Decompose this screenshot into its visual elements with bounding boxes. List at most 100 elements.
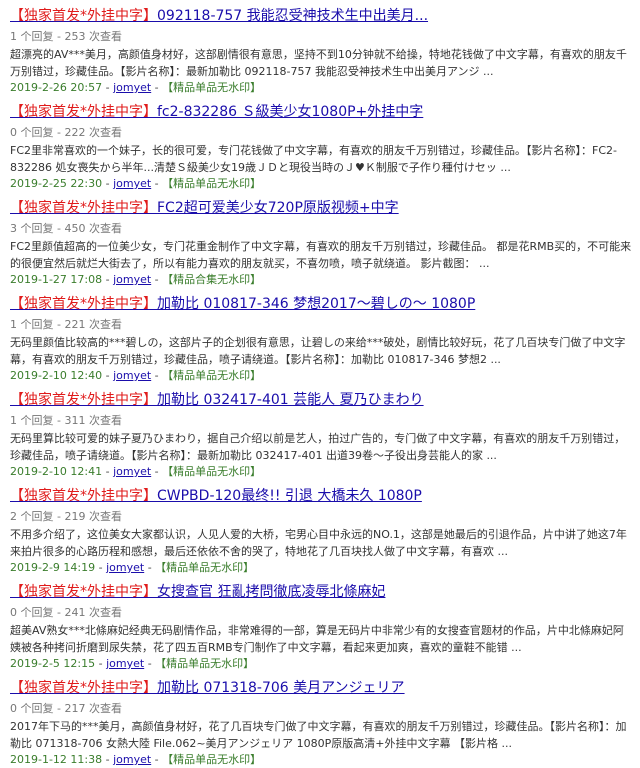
- tag-close: 】: [143, 200, 157, 216]
- tag-word: 独家首发: [24, 8, 80, 24]
- category-link[interactable]: 【精品单品无水印】: [155, 561, 254, 574]
- tag-word2: 外挂中字: [87, 392, 143, 408]
- thread-title: 【独家首发*外挂中字】女搜查官 狂亂拷問徹底凌辱北條麻妃: [10, 582, 634, 602]
- thread-stats: 1 个回复 - 311 次查看: [10, 414, 122, 427]
- tag-sep: *: [80, 200, 87, 216]
- post-date: 2019-1-12 11:38: [10, 753, 103, 766]
- separator: -: [102, 753, 114, 766]
- author-link[interactable]: jomyet: [113, 81, 151, 94]
- thread-title: 【独家首发*外挂中字】加勒比 071318-706 美月アンジェリア: [10, 678, 634, 698]
- thread-item: 【独家首发*外挂中字】fc2-832286 Ｓ級美少女1080P+外挂中字 0 …: [10, 96, 634, 192]
- thread-excerpt: 不用多介绍了，这位美女大家都认识，人见人爱的大桥，宅男心目中永远的NO.1，这部…: [10, 528, 627, 558]
- thread-headline: fc2-832286 Ｓ級美少女1080P+外挂中字: [157, 104, 424, 120]
- separator: -: [102, 369, 114, 382]
- author-link[interactable]: jomyet: [113, 753, 151, 766]
- separator: -: [144, 657, 156, 670]
- thread-headline: 加勒比 032417-401 芸能人 夏乃ひまわり: [157, 392, 424, 408]
- author-link[interactable]: jomyet: [106, 657, 144, 670]
- separator: -: [95, 561, 107, 574]
- author-link[interactable]: jomyet: [113, 465, 151, 478]
- tag-close: 】: [143, 296, 157, 312]
- thread-title-link[interactable]: 【独家首发*外挂中字】CWPBD-120最终!! 引退 大橋未久 1080P: [10, 488, 422, 504]
- thread-stats: 3 个回复 - 450 次查看: [10, 222, 122, 235]
- separator: -: [151, 81, 163, 94]
- author-link[interactable]: jomyet: [113, 177, 151, 190]
- post-date: 2019-2-9 14:19: [10, 561, 96, 574]
- separator: -: [151, 369, 163, 382]
- thread-footer: 2019-1-12 11:38 - jomyet - 【精品单品无水印】: [10, 752, 634, 768]
- thread-title-link[interactable]: 【独家首发*外挂中字】fc2-832286 Ｓ級美少女1080P+外挂中字: [10, 104, 423, 120]
- post-date: 2019-1-27 17:08: [10, 273, 103, 286]
- tag-word2: 外挂中字: [87, 296, 143, 312]
- separator: -: [102, 81, 114, 94]
- thread-stats: 1 个回复 - 221 次查看: [10, 318, 122, 331]
- thread-headline: 女搜查官 狂亂拷問徹底凌辱北條麻妃: [157, 584, 386, 600]
- thread-list: 【独家首发*外挂中字】092118-757 我能忍受神技术生中出美月... 1 …: [0, 0, 640, 768]
- thread-title-link[interactable]: 【独家首发*外挂中字】加勒比 010817-346 梦想2017～碧しの～ 10…: [10, 296, 475, 312]
- thread-footer: 2019-2-10 12:40 - jomyet - 【精品单品无水印】: [10, 368, 634, 384]
- thread-title: 【独家首发*外挂中字】FC2超可爱美少女720P原版视频+中字: [10, 198, 634, 218]
- author-link[interactable]: jomyet: [106, 561, 144, 574]
- thread-excerpt: 无码里算比较可爱的妹子夏乃ひまわり，据自己介绍以前是艺人，拍过广告的，专门做了中…: [10, 432, 626, 462]
- separator: -: [95, 657, 107, 670]
- thread-title-link[interactable]: 【独家首发*外挂中字】092118-757 我能忍受神技术生中出美月...: [10, 8, 428, 24]
- thread-title-link[interactable]: 【独家首发*外挂中字】FC2超可爱美少女720P原版视频+中字: [10, 200, 399, 216]
- category-link[interactable]: 【精品单品无水印】: [162, 753, 261, 766]
- tag-close: 】: [143, 680, 157, 696]
- separator: -: [144, 561, 156, 574]
- tag-word: 独家首发: [24, 584, 80, 600]
- tag-word2: 外挂中字: [87, 200, 143, 216]
- thread-item: 【独家首发*外挂中字】FC2超可爱美少女720P原版视频+中字 3 个回复 - …: [10, 192, 634, 288]
- category-link[interactable]: 【精品单品无水印】: [162, 369, 261, 382]
- tag-word: 独家首发: [24, 392, 80, 408]
- post-date: 2019-2-10 12:40: [10, 369, 103, 382]
- author-link[interactable]: jomyet: [113, 369, 151, 382]
- tag-word: 独家首发: [24, 296, 80, 312]
- category-link[interactable]: 【精品单品无水印】: [162, 81, 261, 94]
- category-link[interactable]: 【精品单品无水印】: [162, 465, 261, 478]
- post-date: 2019-2-10 12:41: [10, 465, 103, 478]
- post-date: 2019-2-25 22:30: [10, 177, 103, 190]
- tag-open: 【: [10, 680, 24, 696]
- tag-word2: 外挂中字: [87, 584, 143, 600]
- thread-title: 【独家首发*外挂中字】加勒比 032417-401 芸能人 夏乃ひまわり: [10, 390, 634, 410]
- thread-stats: 0 个回复 - 222 次查看: [10, 126, 122, 139]
- tag-word: 独家首发: [24, 488, 80, 504]
- thread-headline: 加勒比 071318-706 美月アンジェリア: [157, 680, 405, 696]
- thread-item: 【独家首发*外挂中字】CWPBD-120最终!! 引退 大橋未久 1080P 2…: [10, 480, 634, 576]
- thread-excerpt: FC2里非常喜欢的一个妹子，长的很可爱，专门花钱做了中文字幕，有喜欢的朋友千万别…: [10, 144, 617, 174]
- tag-close: 】: [143, 104, 157, 120]
- tag-open: 【: [10, 8, 24, 24]
- separator: -: [151, 273, 163, 286]
- thread-excerpt: 无码里颜值比较高的***碧しの，这部片子的企划很有意思，让碧しの来给***破处，…: [10, 336, 626, 366]
- thread-headline: 092118-757 我能忍受神技术生中出美月...: [157, 8, 429, 24]
- tag-open: 【: [10, 104, 24, 120]
- author-link[interactable]: jomyet: [113, 273, 151, 286]
- thread-title-link[interactable]: 【独家首发*外挂中字】加勒比 032417-401 芸能人 夏乃ひまわり: [10, 392, 424, 408]
- thread-title-link[interactable]: 【独家首发*外挂中字】加勒比 071318-706 美月アンジェリア: [10, 680, 405, 696]
- thread-stats: 0 个回复 - 241 次查看: [10, 606, 122, 619]
- tag-close: 】: [143, 584, 157, 600]
- tag-word2: 外挂中字: [87, 8, 143, 24]
- thread-item: 【独家首发*外挂中字】加勒比 071318-706 美月アンジェリア 0 个回复…: [10, 672, 634, 768]
- category-link[interactable]: 【精品单品无水印】: [155, 657, 254, 670]
- tag-open: 【: [10, 296, 24, 312]
- separator: -: [151, 753, 163, 766]
- thread-headline: 加勒比 010817-346 梦想2017～碧しの～ 1080P: [157, 296, 476, 312]
- thread-footer: 2019-2-26 20:57 - jomyet - 【精品单品无水印】: [10, 80, 634, 96]
- tag-close: 】: [143, 392, 157, 408]
- thread-stats: 0 个回复 - 217 次查看: [10, 702, 122, 715]
- thread-stats: 2 个回复 - 219 次查看: [10, 510, 122, 523]
- tag-word: 独家首发: [24, 200, 80, 216]
- tag-sep: *: [80, 680, 87, 696]
- thread-excerpt: FC2里颜值超高的一位美少女，专门花重金制作了中文字幕，有喜欢的朋友千万别错过，…: [10, 240, 632, 270]
- thread-title-link[interactable]: 【独家首发*外挂中字】女搜查官 狂亂拷問徹底凌辱北條麻妃: [10, 584, 385, 600]
- category-link[interactable]: 【精品单品无水印】: [162, 177, 261, 190]
- tag-open: 【: [10, 488, 24, 504]
- category-link[interactable]: 【精品合集无水印】: [162, 273, 261, 286]
- tag-sep: *: [80, 104, 87, 120]
- thread-footer: 2019-1-27 17:08 - jomyet - 【精品合集无水印】: [10, 272, 634, 288]
- tag-close: 】: [143, 488, 157, 504]
- tag-sep: *: [80, 296, 87, 312]
- tag-sep: *: [80, 584, 87, 600]
